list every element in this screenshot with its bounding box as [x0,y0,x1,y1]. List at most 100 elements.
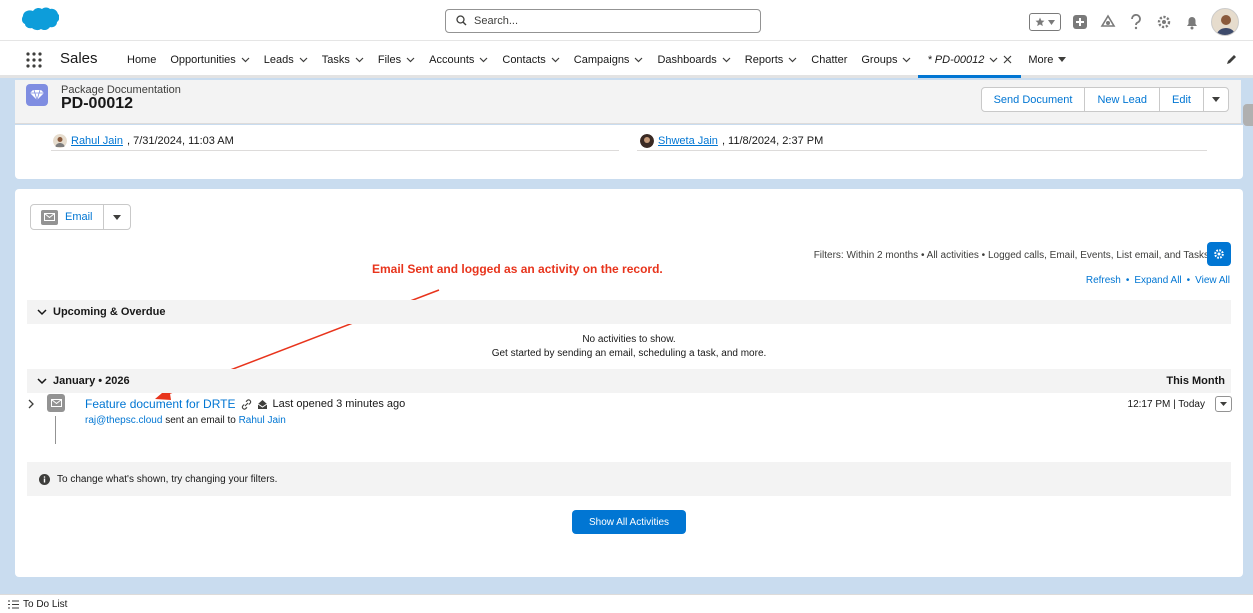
nav-item-campaigns[interactable]: Campaigns [567,41,651,78]
recipient-link[interactable]: Rahul Jain [239,415,286,426]
info-icon [39,473,50,485]
nav-item-label: Contacts [502,53,546,66]
chevron-down-icon[interactable] [241,57,250,63]
edit-button[interactable]: Edit [1159,87,1204,112]
nav-item-accounts[interactable]: Accounts [422,41,495,78]
email-dropdown-button[interactable] [104,205,130,229]
nav-item-label: Leads [263,53,294,66]
nav-item-reports[interactable]: Reports [738,41,805,78]
chevron-down-icon[interactable] [355,57,364,63]
more-actions-button[interactable] [1203,87,1229,112]
global-search-box[interactable] [445,9,761,33]
todo-list-icon [8,599,19,609]
nav-item-tasks[interactable]: Tasks [315,41,371,78]
nav-item-contacts[interactable]: Contacts [495,41,566,78]
chevron-down-icon [37,377,47,385]
app-navigation-bar: Sales Home Opportunities Leads Tasks Fil… [0,41,1253,78]
record-header: Package Documentation PD-00012 Send Docu… [15,80,1241,124]
help-icon[interactable] [1127,13,1145,31]
send-document-button[interactable]: Send Document [980,87,1086,112]
section-period-label: This Month [1166,375,1225,387]
tab-pd-00012[interactable]: * PD-00012 [918,41,1022,78]
record-action-buttons: Send Document New Lead Edit [980,87,1229,112]
record-title: PD-00012 [61,95,134,112]
sent-text: sent an email to [162,415,239,426]
star-icon [1035,17,1045,27]
nav-item-chatter[interactable]: Chatter [804,41,854,78]
nav-items: Home Opportunities Leads Tasks Files Acc… [120,41,1073,78]
close-icon[interactable] [1003,55,1012,64]
salesforce-cloud-logo[interactable] [15,7,59,37]
separator: • [1125,275,1130,286]
app-launcher-icon[interactable] [26,52,42,68]
chevron-down-icon[interactable] [479,57,488,63]
chevron-down-icon[interactable] [788,57,797,63]
chevron-down-icon[interactable] [299,57,308,63]
chevron-down-icon[interactable] [722,57,731,63]
timeline-item-title-row: Feature document for DRTE Last opened 3 … [85,397,405,411]
january-2026-section[interactable]: January • 2026 This Month [27,369,1231,393]
view-all-link[interactable]: View All [1195,275,1230,286]
expand-all-link[interactable]: Expand All [1134,275,1181,286]
favorites-button[interactable] [1029,13,1061,31]
chevron-down-icon [37,308,47,316]
side-panel-handle[interactable] [1243,104,1253,126]
email-icon [41,209,58,225]
nav-item-dashboards[interactable]: Dashboards [650,41,737,78]
nav-item-groups[interactable]: Groups [854,41,918,78]
chevron-down-icon[interactable] [406,57,415,63]
show-all-activities-button[interactable]: Show All Activities [572,510,686,534]
nav-item-leads[interactable]: Leads [257,41,315,78]
opened-envelope-icon [257,399,268,410]
timeline-item-menu-button[interactable] [1215,396,1232,412]
nav-item-label: Home [127,53,157,66]
email-icon [47,394,65,412]
setup-gear-icon[interactable] [1155,13,1173,31]
chevron-down-icon[interactable] [634,57,643,63]
modified-by-user-link[interactable]: Shweta Jain [658,135,718,147]
separator: • [1186,275,1191,286]
modified-by-field: Shweta Jain , 11/8/2024, 2:37 PM [640,131,823,151]
notifications-bell-icon[interactable] [1183,13,1201,31]
user-avatar-icon [640,134,654,148]
nav-item-label: Chatter [811,53,848,66]
chevron-down-icon[interactable] [989,57,998,63]
caret-down-icon [1212,97,1220,102]
global-actions-add-icon[interactable] [1071,13,1089,31]
sender-link[interactable]: raj@thepsc.cloud [85,415,162,426]
nav-item-label: Opportunities [170,53,236,66]
section-title: January • 2026 [53,375,130,387]
nav-item-label: Dashboards [657,53,717,66]
user-avatar[interactable] [1211,8,1239,36]
nav-item-label: * PD-00012 [927,53,985,66]
chevron-down-icon[interactable] [902,57,911,63]
section-title: Upcoming & Overdue [53,306,166,318]
todo-list-button[interactable]: To Do List [23,599,67,610]
chevron-down-icon[interactable] [551,57,560,63]
edit-nav-pencil-icon[interactable] [1226,54,1237,65]
upcoming-overdue-section[interactable]: Upcoming & Overdue [27,300,1231,324]
trailhead-guidance-icon[interactable] [1099,13,1117,31]
search-input[interactable] [472,12,752,30]
chevron-right-icon[interactable] [28,399,34,409]
user-avatar-icon [53,134,67,148]
app-name: Sales [60,50,98,67]
refresh-link[interactable]: Refresh [1086,275,1121,286]
nav-item-more[interactable]: More [1021,41,1073,78]
email-button[interactable]: Email [31,205,104,229]
nav-item-files[interactable]: Files [371,41,422,78]
timeline-connector [55,416,56,444]
nav-item-label: Accounts [429,53,475,66]
filter-settings-gear-icon[interactable] [1207,242,1231,266]
timeline-links: Refresh • Expand All • View All [1086,275,1230,286]
new-lead-button[interactable]: New Lead [1084,87,1161,112]
nav-item-label: Reports [744,53,784,66]
email-composer-button-group: Email [30,204,131,230]
global-header [0,0,1253,41]
nav-item-opportunities[interactable]: Opportunities [163,41,256,78]
empty-state-line-2: Get started by sending an email, schedul… [491,348,767,359]
caret-down-icon [1058,57,1067,62]
created-by-user-link[interactable]: Rahul Jain [71,135,123,147]
nav-item-home[interactable]: Home [120,41,163,78]
email-subject-link[interactable]: Feature document for DRTE [85,397,236,411]
